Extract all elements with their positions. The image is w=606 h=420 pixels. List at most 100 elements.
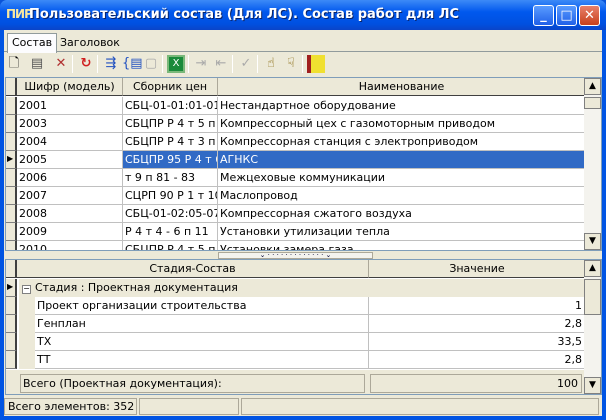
stage-item-name[interactable]: Генплан	[35, 315, 369, 333]
delete-icon[interactable]: ✕	[52, 55, 70, 73]
minimize-button[interactable]: _	[533, 5, 554, 26]
indent	[19, 297, 35, 315]
table-cell[interactable]: 2003	[17, 115, 123, 133]
works-grid: Шифр (модель) Сборник цен Наименование 2…	[5, 77, 602, 251]
row-indicator[interactable]	[6, 133, 17, 151]
stage-item-value[interactable]: 2,8	[369, 315, 586, 333]
footer-total: 100	[370, 374, 582, 393]
stage-item-value[interactable]: 1	[369, 297, 586, 315]
move-left-icon[interactable]: ⇤	[212, 55, 230, 73]
table-cell[interactable]: Компрессорный цех с газомоторным приводо…	[218, 115, 586, 133]
table-cell[interactable]: 2005	[17, 151, 123, 169]
table-cell[interactable]: Р 4 т 4 - 6 п 11	[123, 223, 218, 241]
table-cell[interactable]: СБЦПР Р 4 т 5 п 17 -	[123, 241, 218, 250]
scroll-down-button[interactable]: ▼	[584, 233, 601, 250]
toolbar: 🗋 ▤ ✕ ↻ ⇶ {▤ ▢ X ⇥ ⇤ ✓ ☝ ☟	[4, 53, 602, 75]
stage-item-value[interactable]: 33,5	[369, 333, 586, 351]
window-title: Пользовательский состав (Для ЛС). Состав…	[29, 7, 460, 22]
row-indicator[interactable]	[6, 187, 17, 205]
indent	[19, 351, 35, 369]
scroll-up-button[interactable]: ▲	[584, 78, 601, 95]
client-area: Состав Заголовок 🗋 ▤ ✕ ↻ ⇶ {▤ ▢ X ⇥ ⇤ ✓ …	[4, 30, 602, 416]
new-icon[interactable]: 🗋	[5, 55, 23, 73]
table-cell[interactable]: Маслопровод	[218, 187, 586, 205]
table-cell[interactable]: 2007	[17, 187, 123, 205]
row-indicator[interactable]	[6, 169, 17, 187]
stage-item-name[interactable]: ТТ	[35, 351, 369, 369]
row-indicator[interactable]	[6, 223, 17, 241]
row-indicator[interactable]: ▶	[6, 151, 17, 169]
properties-icon[interactable]: ▤	[28, 55, 46, 73]
table-cell[interactable]: 2006	[17, 169, 123, 187]
group-row[interactable]: − Стадия : Проектная документация	[19, 279, 586, 297]
column-header-collection[interactable]: Сборник цен	[123, 78, 218, 96]
hand-up-icon[interactable]: ☝	[262, 55, 280, 73]
column-header-value[interactable]: Значение	[369, 260, 586, 278]
vertical-scrollbar[interactable]: ▲ ▼	[584, 260, 601, 394]
hand-down-icon[interactable]: ☟	[282, 55, 300, 73]
status-bar: Всего элементов: 352	[4, 396, 602, 416]
table-cell[interactable]: СБЦ-01-01:01-01-001	[123, 97, 218, 115]
move-right-icon[interactable]: ⇥	[192, 55, 210, 73]
app-logo: ПИР	[6, 7, 33, 21]
excel-icon[interactable]: X	[167, 55, 185, 73]
table-cell[interactable]: СЦРП 90 Р 1 т 10	[123, 187, 218, 205]
column-header-name[interactable]: Наименование	[218, 78, 586, 96]
maximize-button[interactable]: □	[556, 5, 577, 26]
indent	[19, 333, 35, 351]
table-cell[interactable]: Нестандартное оборудование	[218, 97, 586, 115]
table-cell[interactable]: Компрессорная сжатого воздуха	[218, 205, 586, 223]
row-indicator[interactable]	[6, 97, 17, 115]
stage-item-value[interactable]: 2,8	[369, 351, 586, 369]
stage-item-name[interactable]: Проект организации строительства	[35, 297, 369, 315]
vertical-scrollbar[interactable]: ▲ ▼	[584, 78, 601, 250]
column-header-code[interactable]: Шифр (модель)	[17, 78, 123, 96]
row-indicator[interactable]	[6, 315, 17, 333]
status-count: Всего элементов: 352	[4, 398, 137, 415]
row-indicator[interactable]	[6, 297, 17, 315]
table-cell[interactable]: Межцеховые коммуникации	[218, 169, 586, 187]
table-cell[interactable]: 2001	[17, 97, 123, 115]
status-panel-2	[139, 398, 239, 415]
table-cell[interactable]: АГНКС	[218, 151, 586, 169]
collapse-icon[interactable]: −	[22, 285, 31, 294]
copy-icon[interactable]: {▤	[122, 55, 143, 73]
scroll-thumb[interactable]	[584, 97, 601, 109]
table-cell[interactable]: 2008	[17, 205, 123, 223]
table-cell[interactable]: 2009	[17, 223, 123, 241]
row-indicator[interactable]	[6, 351, 17, 369]
refresh-icon[interactable]: ↻	[77, 55, 95, 73]
table-cell[interactable]: Установки утилизации тепла	[218, 223, 586, 241]
table-cell[interactable]: СБЦПР Р 4 т 5 п 7 - 8	[123, 115, 218, 133]
table-cell[interactable]: СБЦ-01-02:05-07-001	[123, 205, 218, 223]
table-cell[interactable]: 2010	[17, 241, 123, 250]
table-cell[interactable]: СБЦПР 95 Р 4 т 6 п 1	[123, 151, 218, 169]
row-indicator[interactable]	[6, 115, 17, 133]
footer-row: Всего (Проектная документация): 100	[6, 370, 586, 394]
table-cell[interactable]: т 9 п 81 - 83	[123, 169, 218, 187]
group-label: Стадия : Проектная документация	[35, 281, 238, 294]
import-icon[interactable]: ⇶	[102, 55, 120, 73]
table-cell[interactable]: Установки замера газа	[218, 241, 586, 250]
row-indicator[interactable]	[6, 333, 17, 351]
table-cell[interactable]: СБЦПР Р 4 т 3 п 4 - 6	[123, 133, 218, 151]
tab-sostav[interactable]: Состав	[7, 33, 58, 53]
footer-label: Всего (Проектная документация):	[20, 374, 365, 393]
tab-zagolovok[interactable]: Заголовок	[56, 34, 124, 52]
row-indicator[interactable]	[6, 205, 17, 223]
scroll-thumb[interactable]	[584, 279, 601, 315]
column-header-stage[interactable]: Стадия-Состав	[17, 260, 369, 278]
status-panel-3	[241, 398, 599, 415]
exit-door-icon[interactable]	[307, 55, 325, 73]
table-cell[interactable]: Компрессорная станция с электроприводом	[218, 133, 586, 151]
splitter-handle[interactable]: ⌄ · · · · · · · · · · · · · ⌄	[218, 252, 373, 259]
scroll-down-button[interactable]: ▼	[584, 377, 601, 394]
row-indicator[interactable]	[6, 241, 17, 250]
close-button[interactable]: ✕	[579, 5, 600, 26]
check-icon[interactable]: ✓	[237, 55, 255, 73]
table-cell[interactable]: 2004	[17, 133, 123, 151]
stage-item-name[interactable]: ТХ	[35, 333, 369, 351]
title-bar[interactable]: ПИР Пользовательский состав (Для ЛС). Со…	[0, 0, 606, 30]
paste-icon[interactable]: ▢	[142, 55, 160, 73]
scroll-up-button[interactable]: ▲	[584, 260, 601, 277]
